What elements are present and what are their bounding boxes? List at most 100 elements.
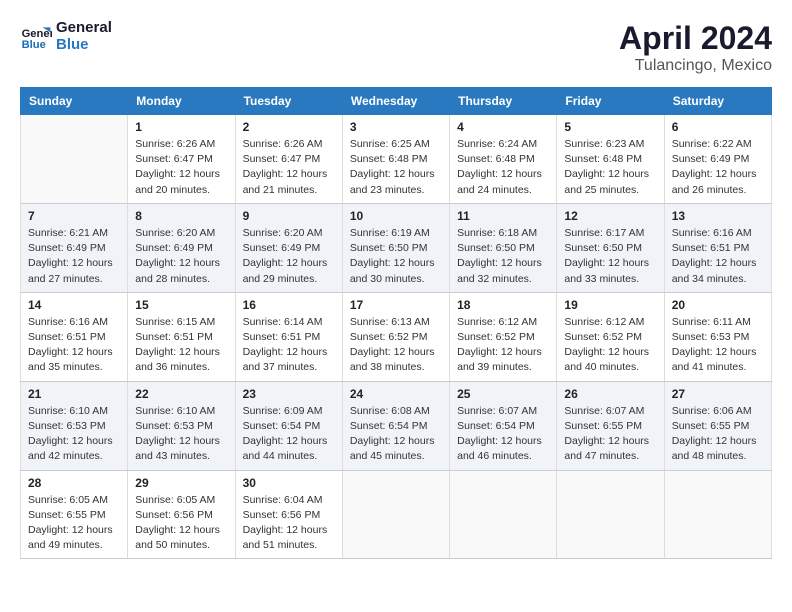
day-info: Sunrise: 6:16 AMSunset: 6:51 PMDaylight:… <box>28 315 120 376</box>
calendar-row-2: 7 Sunrise: 6:21 AMSunset: 6:49 PMDaylight… <box>21 203 772 292</box>
calendar-table: SundayMondayTuesdayWednesdayThursdayFrid… <box>20 87 772 559</box>
calendar-cell: 22 Sunrise: 6:10 AMSunset: 6:53 PMDayligh… <box>128 381 235 470</box>
day-number: 23 <box>243 387 335 401</box>
day-number: 21 <box>28 387 120 401</box>
day-info: Sunrise: 6:05 AMSunset: 6:56 PMDaylight:… <box>135 493 227 554</box>
calendar-cell: 30 Sunrise: 6:04 AMSunset: 6:56 PMDayligh… <box>235 470 342 559</box>
day-info: Sunrise: 6:24 AMSunset: 6:48 PMDaylight:… <box>457 137 549 198</box>
svg-text:Blue: Blue <box>22 39 46 51</box>
day-number: 12 <box>564 209 656 223</box>
calendar-cell: 11Sunrise: 6:18 AMSunset: 6:50 PMDayligh… <box>450 203 557 292</box>
day-number: 20 <box>672 298 764 312</box>
day-info: Sunrise: 6:13 AMSunset: 6:52 PMDaylight:… <box>350 315 442 376</box>
day-number: 25 <box>457 387 549 401</box>
day-number: 24 <box>350 387 442 401</box>
day-number: 16 <box>243 298 335 312</box>
calendar-cell <box>450 470 557 559</box>
day-info: Sunrise: 6:07 AMSunset: 6:54 PMDaylight:… <box>457 404 549 465</box>
day-info: Sunrise: 6:20 AMSunset: 6:49 PMDaylight:… <box>135 226 227 287</box>
calendar-cell: 6 Sunrise: 6:22 AMSunset: 6:49 PMDaylight… <box>664 115 771 204</box>
day-info: Sunrise: 6:05 AMSunset: 6:55 PMDaylight:… <box>28 493 120 554</box>
day-info: Sunrise: 6:20 AMSunset: 6:49 PMDaylight:… <box>243 226 335 287</box>
day-info: Sunrise: 6:25 AMSunset: 6:48 PMDaylight:… <box>350 137 442 198</box>
day-number: 8 <box>135 209 227 223</box>
day-info: Sunrise: 6:18 AMSunset: 6:50 PMDaylight:… <box>457 226 549 287</box>
day-info: Sunrise: 6:17 AMSunset: 6:50 PMDaylight:… <box>564 226 656 287</box>
day-number: 14 <box>28 298 120 312</box>
day-info: Sunrise: 6:26 AMSunset: 6:47 PMDaylight:… <box>135 137 227 198</box>
logo-blue: Blue <box>56 37 112 54</box>
day-info: Sunrise: 6:06 AMSunset: 6:55 PMDaylight:… <box>672 404 764 465</box>
calendar-cell: 15 Sunrise: 6:15 AMSunset: 6:51 PMDayligh… <box>128 292 235 381</box>
calendar-cell: 12 Sunrise: 6:17 AMSunset: 6:50 PMDayligh… <box>557 203 664 292</box>
calendar-cell: 26 Sunrise: 6:07 AMSunset: 6:55 PMDayligh… <box>557 381 664 470</box>
day-info: Sunrise: 6:09 AMSunset: 6:54 PMDaylight:… <box>243 404 335 465</box>
header: General Blue General Blue April 2024 Tul… <box>20 20 772 75</box>
day-number: 4 <box>457 120 549 134</box>
day-number: 5 <box>564 120 656 134</box>
day-info: Sunrise: 6:14 AMSunset: 6:51 PMDaylight:… <box>243 315 335 376</box>
day-info: Sunrise: 6:11 AMSunset: 6:53 PMDaylight:… <box>672 315 764 376</box>
calendar-cell: 24 Sunrise: 6:08 AMSunset: 6:54 PMDayligh… <box>342 381 449 470</box>
calendar-row-1: 1Sunrise: 6:26 AMSunset: 6:47 PMDaylight… <box>21 115 772 204</box>
day-number: 9 <box>243 209 335 223</box>
day-number: 30 <box>243 476 335 490</box>
calendar-row-3: 14 Sunrise: 6:16 AMSunset: 6:51 PMDayligh… <box>21 292 772 381</box>
calendar-cell: 23 Sunrise: 6:09 AMSunset: 6:54 PMDayligh… <box>235 381 342 470</box>
day-info: Sunrise: 6:22 AMSunset: 6:49 PMDaylight:… <box>672 137 764 198</box>
logo: General Blue General Blue <box>20 20 112 53</box>
logo-general: General <box>56 20 112 37</box>
calendar-cell: 10Sunrise: 6:19 AMSunset: 6:50 PMDayligh… <box>342 203 449 292</box>
calendar-cell: 25 Sunrise: 6:07 AMSunset: 6:54 PMDayligh… <box>450 381 557 470</box>
day-number: 15 <box>135 298 227 312</box>
day-number: 2 <box>243 120 335 134</box>
day-info: Sunrise: 6:16 AMSunset: 6:51 PMDaylight:… <box>672 226 764 287</box>
calendar-cell: 18 Sunrise: 6:12 AMSunset: 6:52 PMDayligh… <box>450 292 557 381</box>
day-number: 29 <box>135 476 227 490</box>
calendar-cell <box>557 470 664 559</box>
calendar-cell: 29 Sunrise: 6:05 AMSunset: 6:56 PMDayligh… <box>128 470 235 559</box>
day-number: 3 <box>350 120 442 134</box>
calendar-cell: 19Sunrise: 6:12 AMSunset: 6:52 PMDayligh… <box>557 292 664 381</box>
day-info: Sunrise: 6:21 AMSunset: 6:49 PMDaylight:… <box>28 226 120 287</box>
calendar-cell: 17Sunrise: 6:13 AMSunset: 6:52 PMDayligh… <box>342 292 449 381</box>
day-number: 28 <box>28 476 120 490</box>
calendar-cell: 13Sunrise: 6:16 AMSunset: 6:51 PMDayligh… <box>664 203 771 292</box>
calendar-cell: 3 Sunrise: 6:25 AMSunset: 6:48 PMDaylight… <box>342 115 449 204</box>
day-number: 18 <box>457 298 549 312</box>
calendar-cell: 8 Sunrise: 6:20 AMSunset: 6:49 PMDaylight… <box>128 203 235 292</box>
day-info: Sunrise: 6:15 AMSunset: 6:51 PMDaylight:… <box>135 315 227 376</box>
day-info: Sunrise: 6:07 AMSunset: 6:55 PMDaylight:… <box>564 404 656 465</box>
day-info: Sunrise: 6:23 AMSunset: 6:48 PMDaylight:… <box>564 137 656 198</box>
calendar-cell: 16 Sunrise: 6:14 AMSunset: 6:51 PMDayligh… <box>235 292 342 381</box>
calendar-cell: 9 Sunrise: 6:20 AMSunset: 6:49 PMDaylight… <box>235 203 342 292</box>
day-info: Sunrise: 6:12 AMSunset: 6:52 PMDaylight:… <box>457 315 549 376</box>
calendar-cell: 5 Sunrise: 6:23 AMSunset: 6:48 PMDaylight… <box>557 115 664 204</box>
day-number: 10 <box>350 209 442 223</box>
calendar-cell: 21 Sunrise: 6:10 AMSunset: 6:53 PMDayligh… <box>21 381 128 470</box>
day-info: Sunrise: 6:12 AMSunset: 6:52 PMDaylight:… <box>564 315 656 376</box>
day-info: Sunrise: 6:08 AMSunset: 6:54 PMDaylight:… <box>350 404 442 465</box>
day-info: Sunrise: 6:10 AMSunset: 6:53 PMDaylight:… <box>135 404 227 465</box>
day-number: 6 <box>672 120 764 134</box>
col-header-thursday: Thursday <box>450 88 557 115</box>
col-header-monday: Monday <box>128 88 235 115</box>
col-header-sunday: Sunday <box>21 88 128 115</box>
month-title: April 2024 <box>619 20 772 57</box>
day-info: Sunrise: 6:10 AMSunset: 6:53 PMDaylight:… <box>28 404 120 465</box>
calendar-cell: 4 Sunrise: 6:24 AMSunset: 6:48 PMDaylight… <box>450 115 557 204</box>
col-header-tuesday: Tuesday <box>235 88 342 115</box>
day-number: 7 <box>28 209 120 223</box>
calendar-cell: 28 Sunrise: 6:05 AMSunset: 6:55 PMDayligh… <box>21 470 128 559</box>
calendar-row-4: 21 Sunrise: 6:10 AMSunset: 6:53 PMDayligh… <box>21 381 772 470</box>
day-info: Sunrise: 6:04 AMSunset: 6:56 PMDaylight:… <box>243 493 335 554</box>
col-header-friday: Friday <box>557 88 664 115</box>
calendar-cell: 14 Sunrise: 6:16 AMSunset: 6:51 PMDayligh… <box>21 292 128 381</box>
calendar-cell: 20 Sunrise: 6:11 AMSunset: 6:53 PMDayligh… <box>664 292 771 381</box>
calendar-cell <box>342 470 449 559</box>
day-number: 27 <box>672 387 764 401</box>
day-number: 26 <box>564 387 656 401</box>
col-header-wednesday: Wednesday <box>342 88 449 115</box>
calendar-cell: 2Sunrise: 6:26 AMSunset: 6:47 PMDaylight… <box>235 115 342 204</box>
day-number: 22 <box>135 387 227 401</box>
